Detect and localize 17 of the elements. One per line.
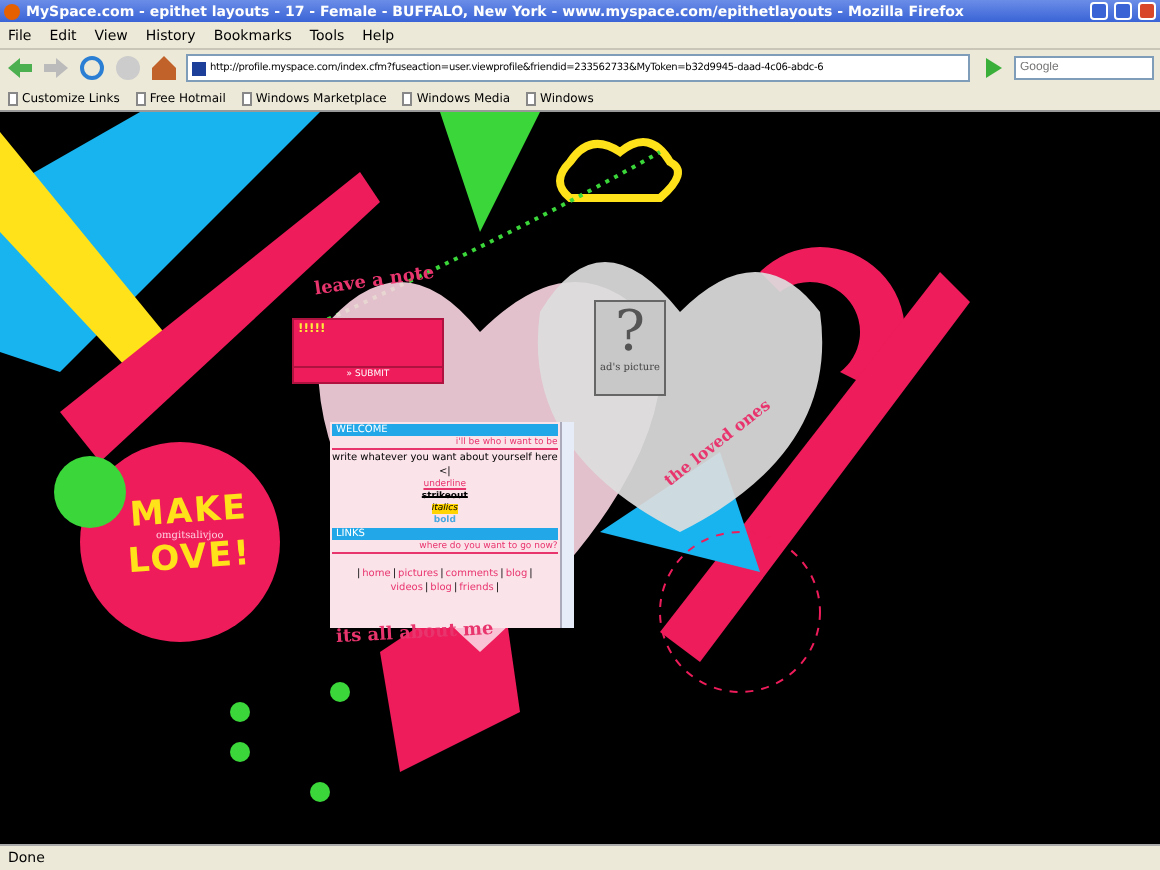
close-button[interactable] <box>1138 2 1156 20</box>
back-icon[interactable] <box>6 54 34 82</box>
page-icon <box>8 91 18 105</box>
page-icon <box>241 91 252 105</box>
reload-icon[interactable] <box>78 54 106 82</box>
logo-text: LOVE! <box>126 537 253 581</box>
home-icon[interactable] <box>150 54 178 82</box>
site-icon <box>192 61 206 75</box>
page-icon <box>526 91 537 105</box>
question-mark: ? <box>614 302 645 362</box>
page-icon <box>402 91 413 105</box>
maximize-button[interactable] <box>1114 2 1132 20</box>
leave-a-note-heading: leave a note <box>313 263 436 301</box>
page-icon <box>135 91 146 105</box>
all-about-me-heading: its all about me <box>335 619 494 649</box>
minimize-button[interactable] <box>1090 2 1108 20</box>
scrollbar[interactable] <box>559 422 574 628</box>
